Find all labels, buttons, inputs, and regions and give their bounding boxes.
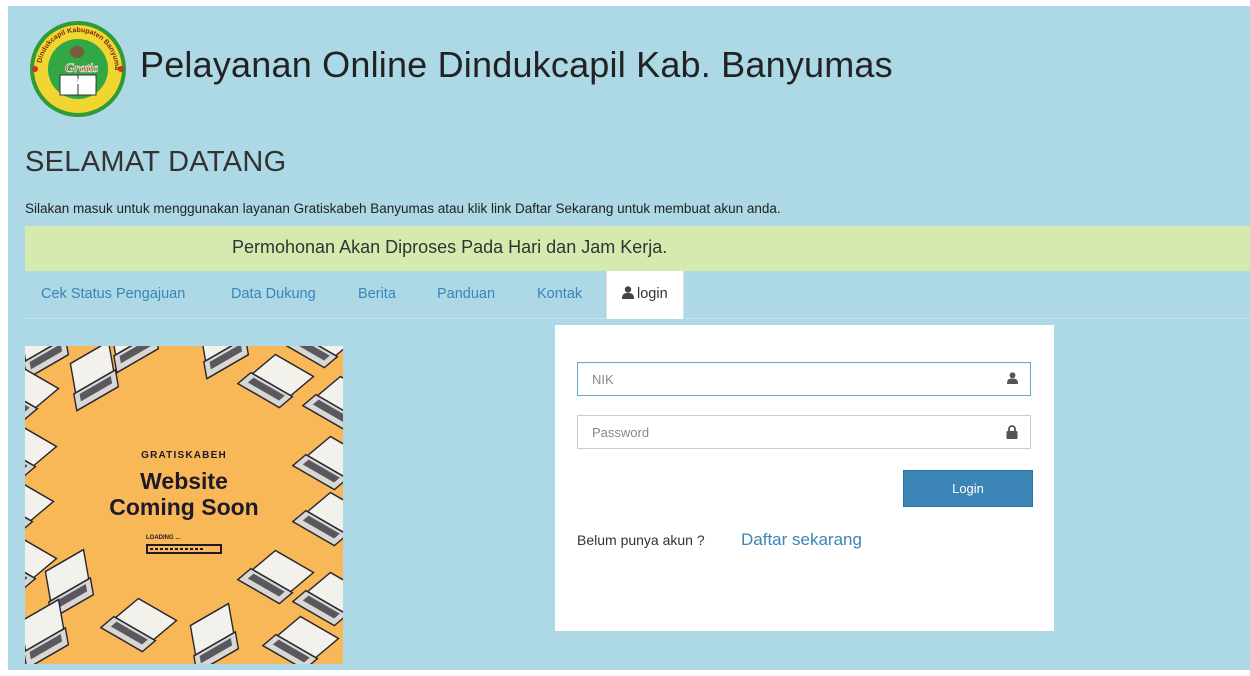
coming-soon-poster: GRATISKABEH Website Coming Soon LOADING … <box>25 346 343 664</box>
poster-headline: Website Coming Soon <box>25 468 343 520</box>
svg-text:Kabeh: Kabeh <box>66 75 96 87</box>
page-background: Dindukcapil Kabupaten Banyumas Gratis Ka… <box>8 6 1250 670</box>
laptop-icon <box>109 346 160 374</box>
laptop-icon <box>236 353 315 409</box>
laptop-icon <box>301 375 343 431</box>
nav-berita[interactable]: Berita <box>358 271 396 318</box>
welcome-heading: SELAMAT DATANG <box>25 146 287 178</box>
svg-text:Gratis: Gratis <box>65 60 98 75</box>
nav-kontak[interactable]: Kontak <box>537 271 582 318</box>
login-panel: Login Belum punya akun ? Daftar sekarang <box>555 325 1054 631</box>
welcome-intro: Silakan masuk untuk menggunakan layanan … <box>25 201 781 216</box>
poster-headline-line2: Coming Soon <box>109 494 259 520</box>
poster-loading-fill <box>150 548 205 550</box>
poster-headline-line1: Website <box>140 468 228 494</box>
signup-question: Belum punya akun ? <box>577 532 705 548</box>
poster-brand: GRATISKABEH <box>141 450 227 461</box>
password-input[interactable] <box>578 416 998 448</box>
nik-field <box>577 362 1031 396</box>
nav-panduan[interactable]: Panduan <box>437 271 495 318</box>
lock-icon <box>1006 425 1018 439</box>
login-button[interactable]: Login <box>903 470 1033 507</box>
dindukcapil-logo: Dindukcapil Kabupaten Banyumas Gratis Ka… <box>27 20 126 117</box>
laptop-icon <box>189 602 240 664</box>
user-icon <box>1007 372 1018 384</box>
main-nav: Cek Status Pengajuan Data Dukung Berita … <box>25 271 1250 319</box>
poster-loading-bar <box>146 544 222 554</box>
laptop-icon <box>199 346 250 380</box>
user-icon <box>622 286 634 300</box>
laptop-icon <box>69 346 120 412</box>
nav-cek-status[interactable]: Cek Status Pengajuan <box>41 271 185 318</box>
laptop-icon <box>99 597 178 653</box>
nik-input[interactable] <box>578 363 998 395</box>
laptop-icon <box>25 365 60 421</box>
site-title: Pelayanan Online Dindukcapil Kab. Banyum… <box>140 44 893 85</box>
password-field <box>577 415 1031 449</box>
nav-login-label: login <box>637 286 668 302</box>
nav-data-dukung[interactable]: Data Dukung <box>231 271 316 318</box>
signup-link[interactable]: Daftar sekarang <box>741 530 862 550</box>
nav-login-tab[interactable]: login <box>606 271 684 319</box>
notice-banner: Permohonan Akan Diproses Pada Hari dan J… <box>25 226 1250 271</box>
notice-text: Permohonan Akan Diproses Pada Hari dan J… <box>232 237 668 257</box>
poster-loading-label: LOADING ... <box>146 535 181 541</box>
